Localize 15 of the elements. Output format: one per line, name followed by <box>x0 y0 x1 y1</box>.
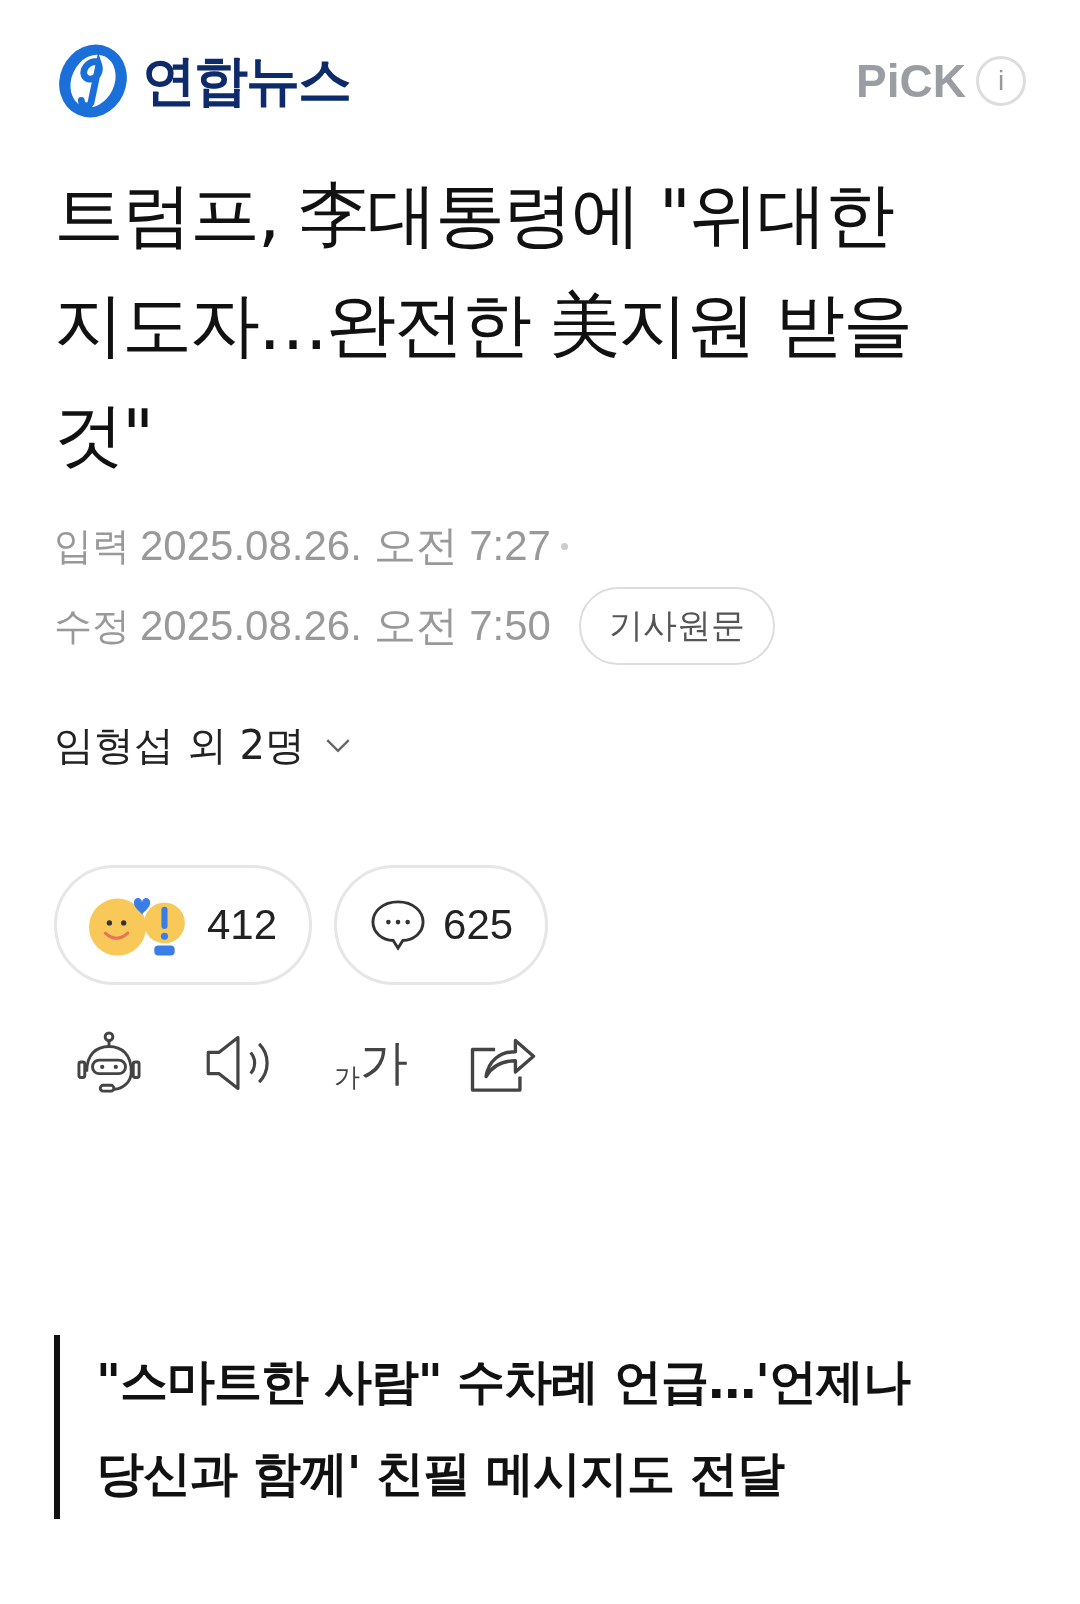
date-value: 2025.08.26. 오전 7:27 <box>140 521 551 571</box>
author-name[interactable]: 임형섭 외 2명 <box>54 718 305 773</box>
original-article-button[interactable]: 기사원문 <box>578 587 775 665</box>
date-value: 2025.08.26. 오전 7:50 <box>140 601 551 651</box>
robot-button[interactable] <box>74 1031 144 1095</box>
headline: 트럼프, 李대통령에 "위대한 지도자…완전한 美지원 받을 것" <box>54 173 912 478</box>
comment-button[interactable]: 625 <box>334 865 549 985</box>
subheadline: "스마트한 사람" 수차례 언급…'언제나 당신과 함께' 친필 메시지도 전달 <box>96 1352 912 1503</box>
chevron-down-icon[interactable] <box>324 738 351 753</box>
date-label: 입력 <box>54 522 130 570</box>
pick-label: PiCK <box>856 54 966 108</box>
reaction-button[interactable]: 412 <box>54 865 313 985</box>
date-label: 수정 <box>54 602 130 650</box>
logo-text: 연합뉴스 <box>142 47 350 114</box>
separator-dot <box>560 542 568 550</box>
